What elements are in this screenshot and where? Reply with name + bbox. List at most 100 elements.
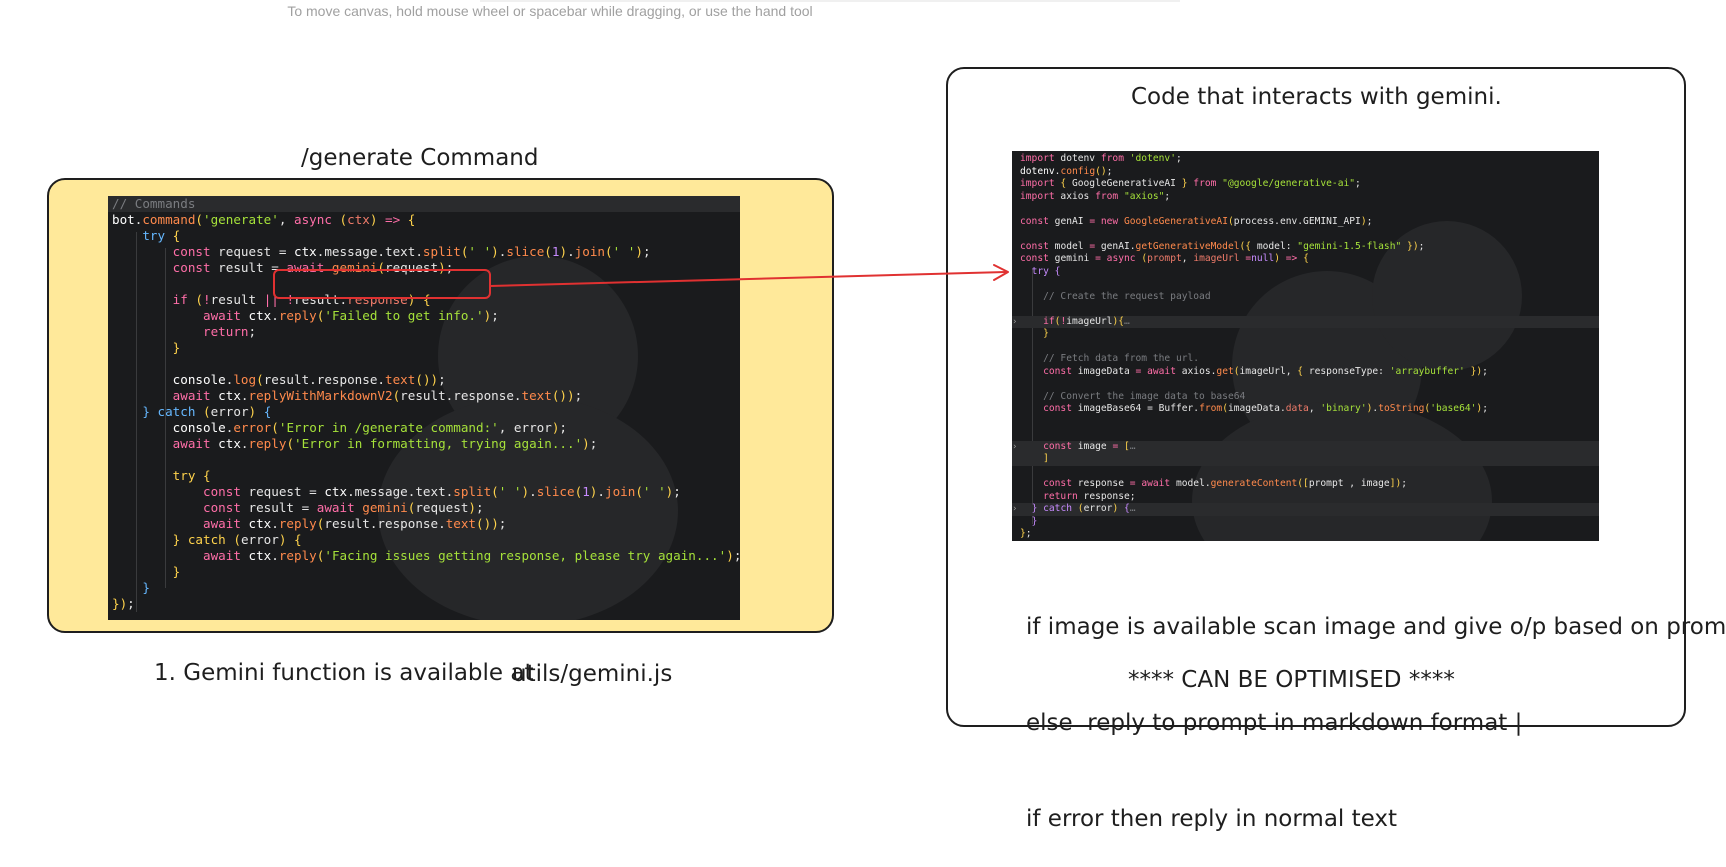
- code-token: ): [726, 548, 734, 563]
- code-token: .: [271, 548, 279, 563]
- code-token: (): [415, 372, 431, 387]
- code-line: › } catch (error) {…: [1012, 503, 1599, 516]
- code-token: 1: [582, 484, 590, 499]
- code-token: ({: [1239, 240, 1252, 252]
- code-token: const: [203, 500, 241, 515]
- code-token: config: [1060, 165, 1096, 177]
- code-token: …: [1129, 440, 1136, 452]
- code-token: ;: [498, 516, 507, 531]
- code-token: "gemini-1.5-flash": [1297, 240, 1402, 252]
- code-token: ;: [445, 260, 454, 275]
- code-token: ): [567, 388, 575, 403]
- code-token: .: [271, 516, 279, 531]
- generate-command-code-image[interactable]: // Commands bot.command('generate', async…: [108, 196, 740, 620]
- code-token: }): [112, 596, 128, 611]
- left-note[interactable]: 1. Gemini function is available at: [154, 660, 534, 686]
- code-token: from: [1100, 153, 1124, 164]
- code-line: };: [1012, 528, 1599, 541]
- code-token: log: [233, 372, 257, 387]
- left-frame-title[interactable]: /generate Command: [301, 145, 538, 171]
- code-token: error: [233, 420, 272, 435]
- code-token: catch: [1037, 503, 1072, 514]
- left-note-path[interactable]: utils/gemini.js: [512, 661, 672, 687]
- code-token: join: [604, 484, 636, 499]
- code-token: await: [316, 500, 363, 515]
- code-token: (: [635, 484, 643, 499]
- code-token: return: [203, 324, 249, 339]
- code-token: // Fetch data from the url.: [1043, 353, 1200, 364]
- code-token: split: [453, 484, 492, 499]
- code-token: ' ': [498, 484, 522, 499]
- code-token: const: [1020, 240, 1049, 252]
- code-token: ): [491, 244, 499, 259]
- code-token: request =: [210, 244, 294, 259]
- fold-chevron-icon[interactable]: ›: [1012, 316, 1017, 329]
- code-line: const request = ctx.message.text.split('…: [108, 244, 740, 260]
- code-line: import axios from "axios";: [1012, 191, 1599, 204]
- code-token: ctx: [218, 388, 241, 403]
- code-token: ): [635, 244, 643, 259]
- code-token: try: [142, 228, 166, 243]
- code-token: ,: [1181, 253, 1194, 264]
- code-token: const: [1020, 215, 1049, 227]
- code-token: ): [521, 484, 530, 499]
- code-token: ;: [574, 388, 583, 403]
- code-token: ' ': [612, 244, 636, 259]
- code-token: (: [286, 436, 295, 451]
- code-token: {: [415, 292, 431, 307]
- fold-chevron-icon[interactable]: ›: [1012, 503, 1017, 516]
- code-token: (: [225, 532, 241, 547]
- code-token: result =: [240, 500, 317, 515]
- code-token: data: [1285, 403, 1309, 414]
- code-token: const: [203, 484, 241, 499]
- code-line: await ctx.replyWithMarkdownV2(result.res…: [108, 388, 740, 404]
- code-token: (): [551, 388, 568, 403]
- code-token: ;: [1355, 178, 1361, 189]
- code-token: result =: [210, 260, 287, 275]
- code-token: ,: [278, 212, 295, 227]
- code-token: reply: [278, 516, 317, 531]
- code-line: try {: [108, 468, 740, 484]
- code-line: }: [108, 580, 740, 596]
- code-line: bot.command('generate', async (ctx) => {: [108, 212, 740, 228]
- code-token: .: [240, 388, 249, 403]
- code-line: return response;: [1012, 491, 1599, 504]
- code-line: } catch (error) {: [108, 404, 740, 420]
- code-line: const imageBase64 = Buffer.from(imageDat…: [1012, 403, 1599, 416]
- code-token: 'Error in formatting, trying again...': [294, 436, 583, 451]
- gemini-util-code-image[interactable]: import dotenv from 'dotenv'; dotenv.confi…: [1012, 151, 1599, 541]
- code-line: ]: [1012, 453, 1599, 466]
- code-token: ): [438, 260, 446, 275]
- code-token: (: [187, 292, 204, 307]
- code-token: const: [1043, 478, 1072, 489]
- code-token: ): [582, 436, 590, 451]
- code-token: model:: [1251, 240, 1298, 252]
- right-notes[interactable]: if image is available scan image and giv…: [1026, 547, 1726, 867]
- code-token: get: [1216, 365, 1234, 377]
- code-token: from: [1199, 403, 1223, 414]
- code-token: ctx: [347, 212, 370, 227]
- code-token: response: [1072, 478, 1130, 489]
- code-token: }): [1464, 365, 1483, 377]
- code-token: .message.text.: [316, 244, 423, 259]
- code-token: slice: [536, 484, 575, 499]
- right-footer-text[interactable]: **** CAN BE OPTIMISED ****: [1128, 667, 1455, 693]
- right-frame-title[interactable]: Code that interacts with gemini.: [1131, 84, 1502, 110]
- fold-chevron-icon[interactable]: ›: [1012, 441, 1017, 454]
- code-token: await: [203, 308, 249, 323]
